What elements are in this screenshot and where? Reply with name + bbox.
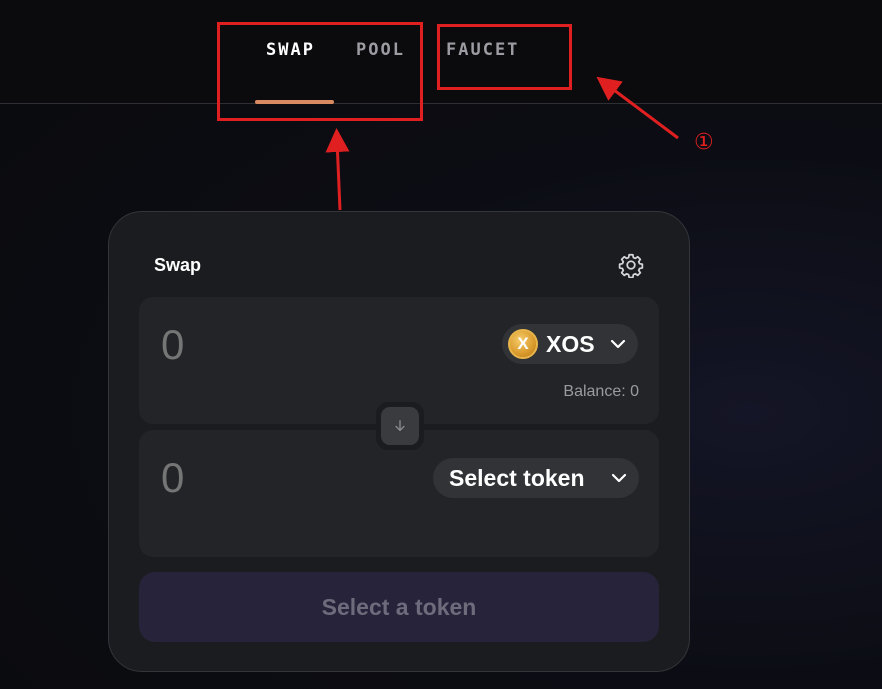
swap-card: Swap X XOS Balance: 0 Select token — [108, 211, 690, 672]
arrow-down-icon — [395, 420, 405, 432]
select-token-label: Select token — [449, 464, 585, 491]
select-a-token-button[interactable]: Select a token — [139, 572, 659, 642]
to-token-selector[interactable]: Select token — [433, 458, 639, 498]
chevron-down-icon — [610, 339, 626, 349]
from-token-symbol: XOS — [546, 330, 595, 357]
annotation-box-faucet — [437, 24, 572, 90]
chevron-down-icon — [611, 473, 627, 483]
annotation-marker-1: ① — [694, 130, 714, 155]
card-title: Swap — [154, 255, 202, 275]
to-amount-input[interactable] — [161, 454, 361, 502]
xos-token-logo-icon: X — [508, 329, 538, 359]
from-balance: Balance: 0 — [563, 383, 639, 400]
annotation-box-swap-pool — [217, 22, 423, 121]
settings-button[interactable] — [618, 252, 644, 279]
switch-direction-inner — [381, 407, 419, 445]
from-amount-input[interactable] — [161, 321, 361, 369]
switch-direction-button[interactable] — [376, 402, 424, 450]
gear-icon — [618, 253, 644, 279]
from-token-selector[interactable]: X XOS — [502, 324, 638, 364]
